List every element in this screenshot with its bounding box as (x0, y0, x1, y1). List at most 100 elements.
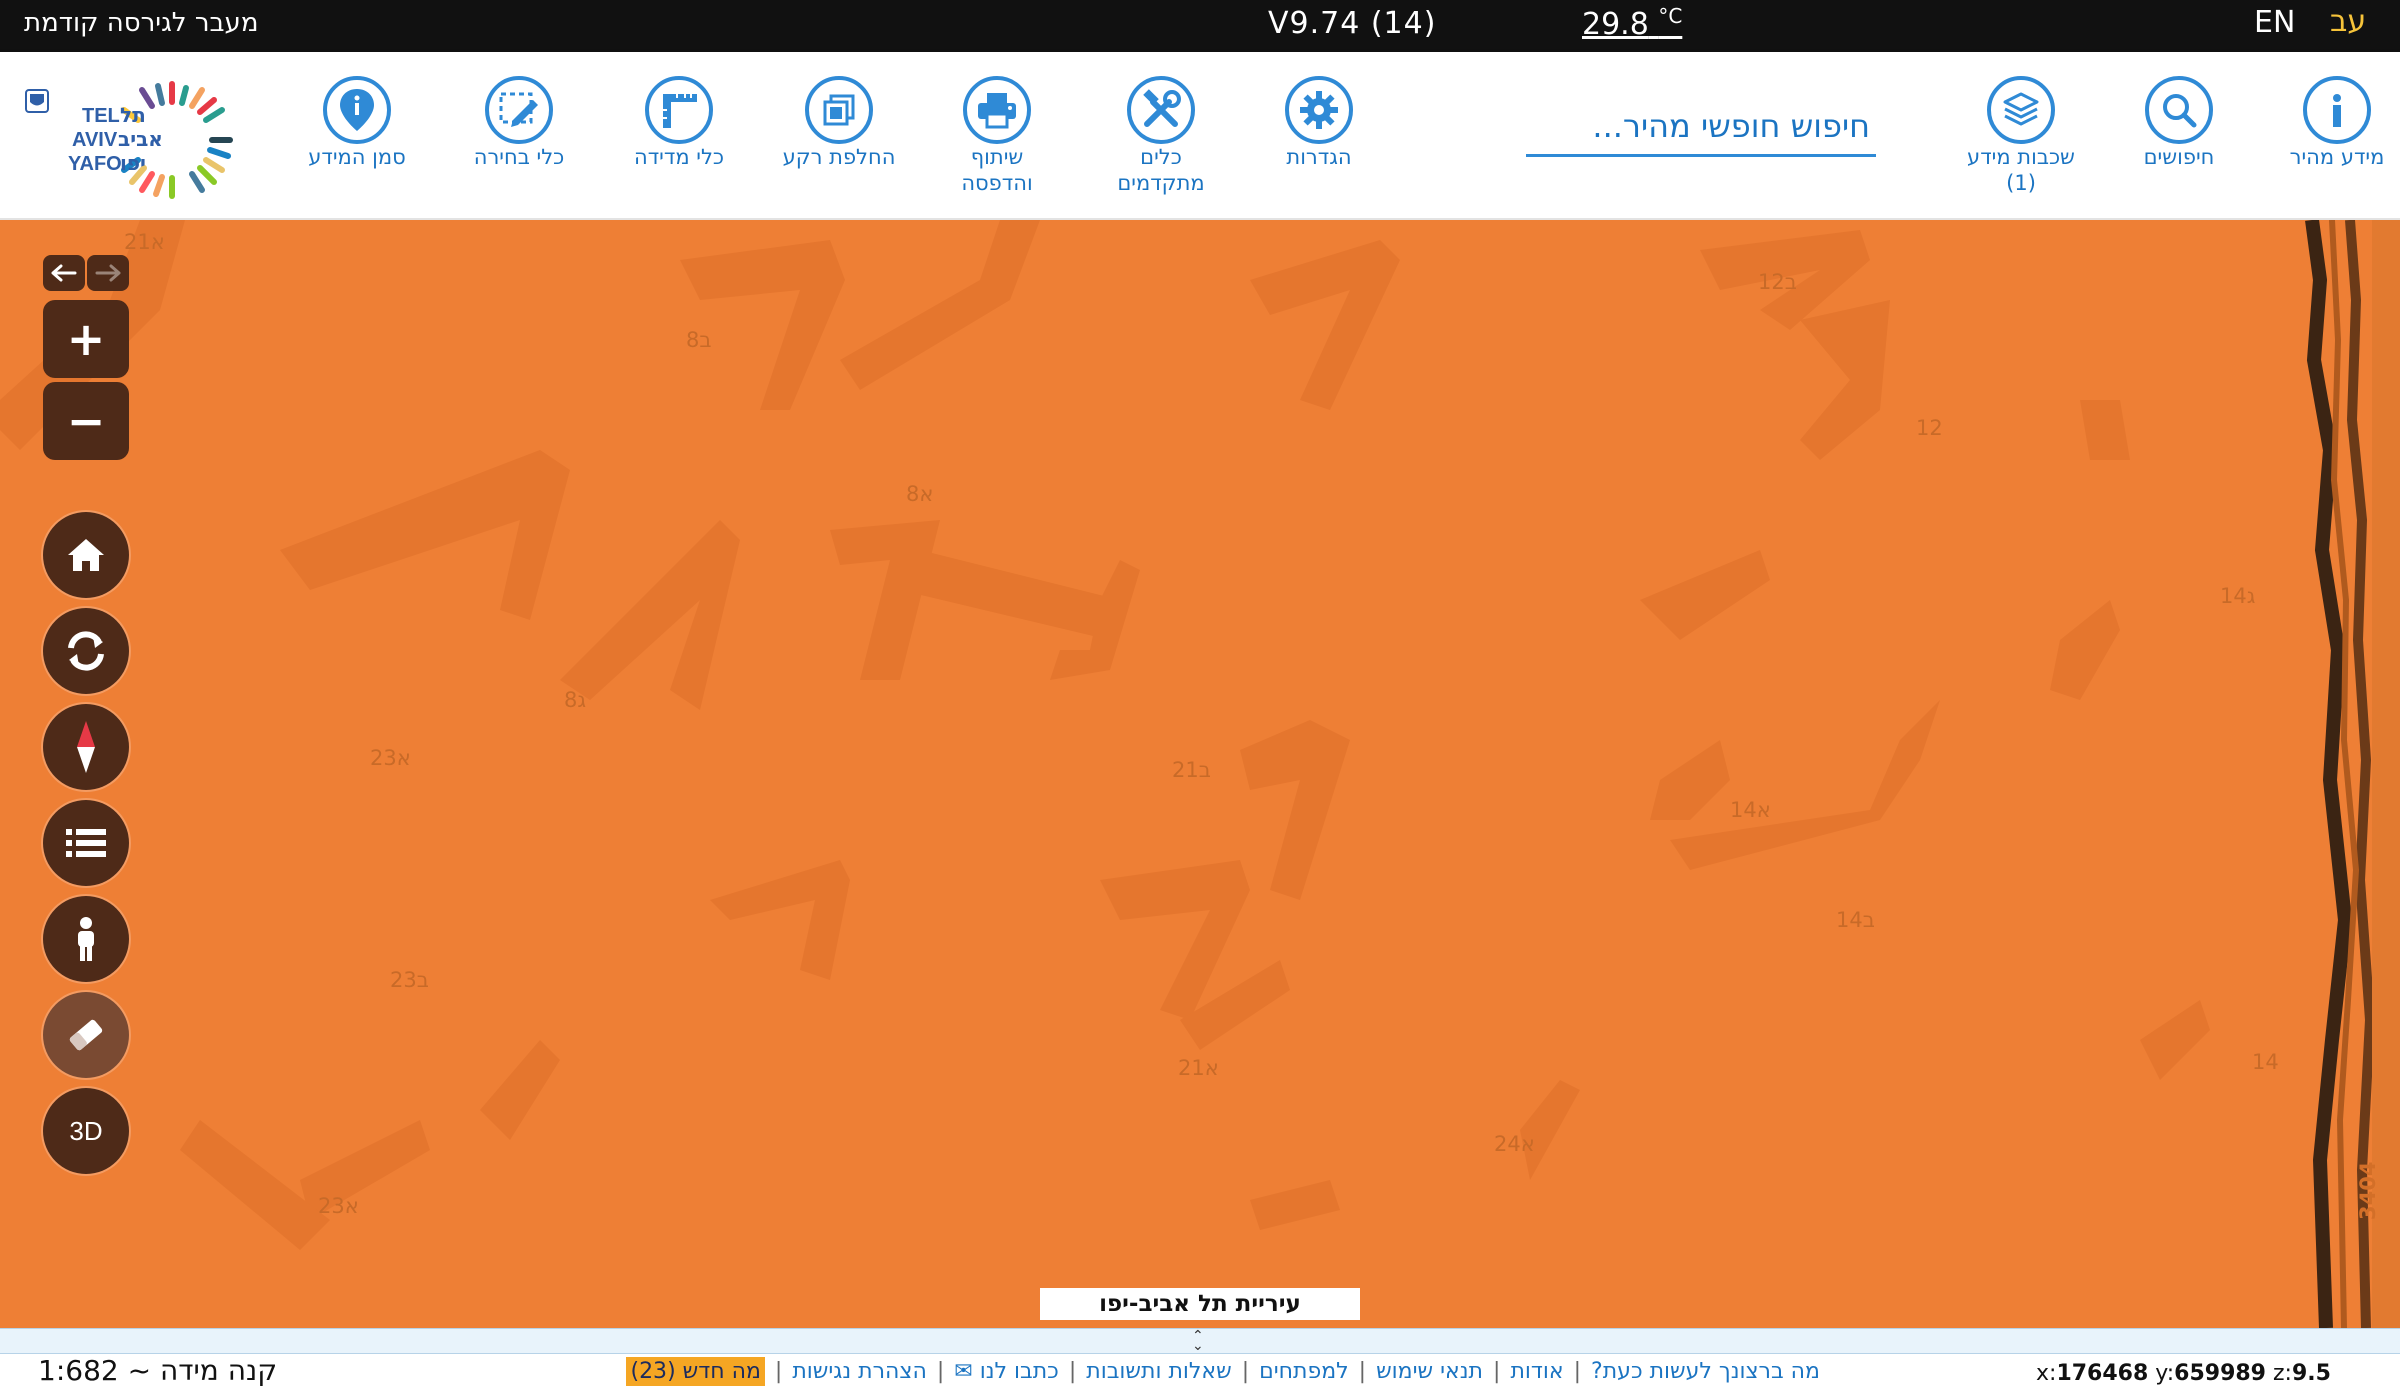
selection-tools-label: כלי בחירה (473, 145, 565, 169)
zoom-in-button[interactable]: + (43, 300, 129, 378)
eraser-button[interactable] (43, 992, 129, 1078)
footer-separator: | (1358, 1358, 1367, 1384)
arrow-left-icon (51, 264, 77, 282)
stacked-layers-icon (1987, 76, 2055, 144)
coord-y-label: y: (2155, 1361, 2175, 1386)
settings-label: הגדרות (1286, 145, 1352, 169)
footer-link-what-to-do[interactable]: מה ברצונך לעשות כעת? (1591, 1359, 1820, 1384)
map-scale-label: קנה מידה ~ 1:682 (38, 1354, 278, 1387)
footer-links: מה ברצונך לעשות כעת? | אודות | תנאי שימו… (580, 1354, 1820, 1388)
bottom-panel-handle[interactable]: ⌃ ⌄ (0, 1328, 2400, 1354)
info-icon (2303, 76, 2371, 144)
refresh-button[interactable] (43, 608, 129, 694)
info-marker-button[interactable]: סמן המידע (282, 52, 432, 170)
gear-icon (1285, 76, 1353, 144)
logo-text-tel: TEL (82, 105, 120, 127)
parcel-label-23a-2: 23א (318, 1194, 359, 1218)
layers-switch-icon (805, 76, 873, 144)
whats-new-badge[interactable]: מה חדש (23) (626, 1356, 765, 1386)
settings-button[interactable]: הגדרות (1244, 52, 1394, 170)
measure-tools-label: כלי מדידה (633, 145, 725, 169)
mode-3d-button[interactable]: 3D (43, 1088, 129, 1174)
coord-z-label: z: (2273, 1361, 2292, 1386)
logo-text-aviv: AVIV (72, 129, 118, 151)
layers-button[interactable]: שכבות מידע (1) (1946, 52, 2096, 196)
compass-button[interactable] (43, 704, 129, 790)
road-label-3404: 3404 (2356, 1161, 2380, 1220)
next-view-button[interactable] (87, 255, 129, 291)
eraser-icon (69, 1019, 103, 1051)
parcel-label-23a: 23א (370, 746, 411, 770)
info-marker-label: סמן המידע (308, 145, 406, 169)
measure-tools-button[interactable]: כלי מדידה (604, 52, 754, 170)
layers-count: (1) (2006, 171, 2036, 195)
logo-text-yafo-he: יפו (120, 151, 146, 175)
footer-link-about[interactable]: אודות (1510, 1359, 1563, 1384)
advanced-tools-label-1: כלים (1140, 145, 1182, 169)
city-attribution-label: עיריית תל אביב-יפו (1040, 1288, 1360, 1320)
coord-x-label: x: (2036, 1361, 2057, 1386)
temperature-unit: °C (1658, 4, 1683, 28)
parcel-label-8g: 8ג (564, 688, 587, 712)
footer-separator: | (1241, 1358, 1250, 1384)
selection-tools-button[interactable]: כלי בחירה (444, 52, 594, 170)
list-icon (66, 829, 106, 857)
quick-search-input[interactable] (1526, 97, 1876, 157)
road-edge-strip (2300, 220, 2400, 1328)
tel-aviv-yafo-logo[interactable]: TEL AVIV YAFO תל אביב יפו (24, 78, 248, 202)
language-he-button[interactable]: עב (2330, 4, 2366, 39)
previous-version-link[interactable]: מעבר לגירסה קודמת (24, 8, 258, 38)
footer-separator: | (1068, 1358, 1077, 1384)
searches-button[interactable]: חיפושים (2104, 52, 2254, 170)
wrench-hammer-icon (1127, 76, 1195, 144)
footer-link-contact[interactable]: כתבו לנו ✉ (954, 1359, 1059, 1384)
temperature-readout[interactable]: 29.8 °C (1582, 4, 1682, 42)
footer-link-accessibility[interactable]: הצהרת נגישות (792, 1359, 927, 1384)
advanced-tools-button[interactable]: כלים מתקדמים (1086, 52, 1236, 196)
zoom-out-button[interactable]: − (43, 382, 129, 460)
parcel-label-14g: 14ג (2220, 584, 2256, 608)
language-en-button[interactable]: EN (2254, 5, 2295, 40)
map-canvas[interactable]: 21א 8ב 8א 8ג 23א 23ב 23א 21ב 21א 24א 12ב… (0, 220, 2400, 1328)
previous-view-button[interactable] (43, 255, 85, 291)
basemap-switch-button[interactable]: החלפת רקע (764, 52, 914, 170)
mode-3d-label: 3D (69, 1115, 103, 1146)
logo-text-tel-he: תל (120, 103, 146, 127)
map-pin-info-icon (323, 76, 391, 144)
footer-separator: | (774, 1358, 783, 1384)
select-pencil-icon (485, 76, 553, 144)
legend-list-button[interactable] (43, 800, 129, 886)
footer-link-developers[interactable]: למפתחים (1259, 1359, 1349, 1384)
home-button[interactable] (43, 512, 129, 598)
home-icon (68, 539, 104, 571)
footer-link-terms[interactable]: תנאי שימוש (1376, 1359, 1483, 1384)
parcel-label-24a: 24א (1494, 1132, 1535, 1156)
coord-y-value: 659989 (2174, 1361, 2266, 1386)
parcel-label-12: 12 (1916, 416, 1943, 440)
advanced-tools-label-2: מתקדמים (1117, 171, 1205, 195)
layers-label-1: שכבות מידע (1967, 145, 2075, 169)
version-label: V9.74 (14) (1268, 6, 1437, 41)
parcel-label-14a: 14א (1730, 798, 1771, 822)
main-toolbar: TEL AVIV YAFO תל אביב יפו סמן המידע כלי … (0, 52, 2400, 220)
search-icon (2145, 76, 2213, 144)
share-print-label-1: שיתוף (970, 145, 1024, 169)
parcel-label-14: 14 (2252, 1050, 2279, 1074)
minus-icon: − (66, 394, 106, 448)
top-bar: מעבר לגירסה קודמת V9.74 (14) 29.8 °C EN … (0, 0, 2400, 52)
municipal-emblem-icon (25, 89, 49, 113)
quick-info-label: מידע מהיר (2289, 145, 2385, 169)
printer-icon (963, 76, 1031, 144)
basemap-switch-label: החלפת רקע (782, 145, 896, 169)
plus-icon: + (66, 312, 106, 366)
expand-collapse-icon: ⌃ ⌄ (1192, 1328, 1204, 1354)
temperature-value: 29.8 (1582, 7, 1649, 42)
street-view-button[interactable] (43, 896, 129, 982)
footer-separator: | (1493, 1358, 1501, 1384)
logo-text-aviv-he: אביב (118, 127, 163, 151)
coordinates-readout: x:176468 y:659989 z:9.5 (2036, 1361, 2331, 1386)
quick-info-button[interactable]: מידע מהיר (2262, 52, 2400, 170)
parcel-label-23b: 23ב (390, 968, 429, 992)
footer-link-faq[interactable]: שאלות ותשובות (1086, 1359, 1231, 1384)
share-print-button[interactable]: שיתוף והדפסה (922, 52, 1072, 196)
